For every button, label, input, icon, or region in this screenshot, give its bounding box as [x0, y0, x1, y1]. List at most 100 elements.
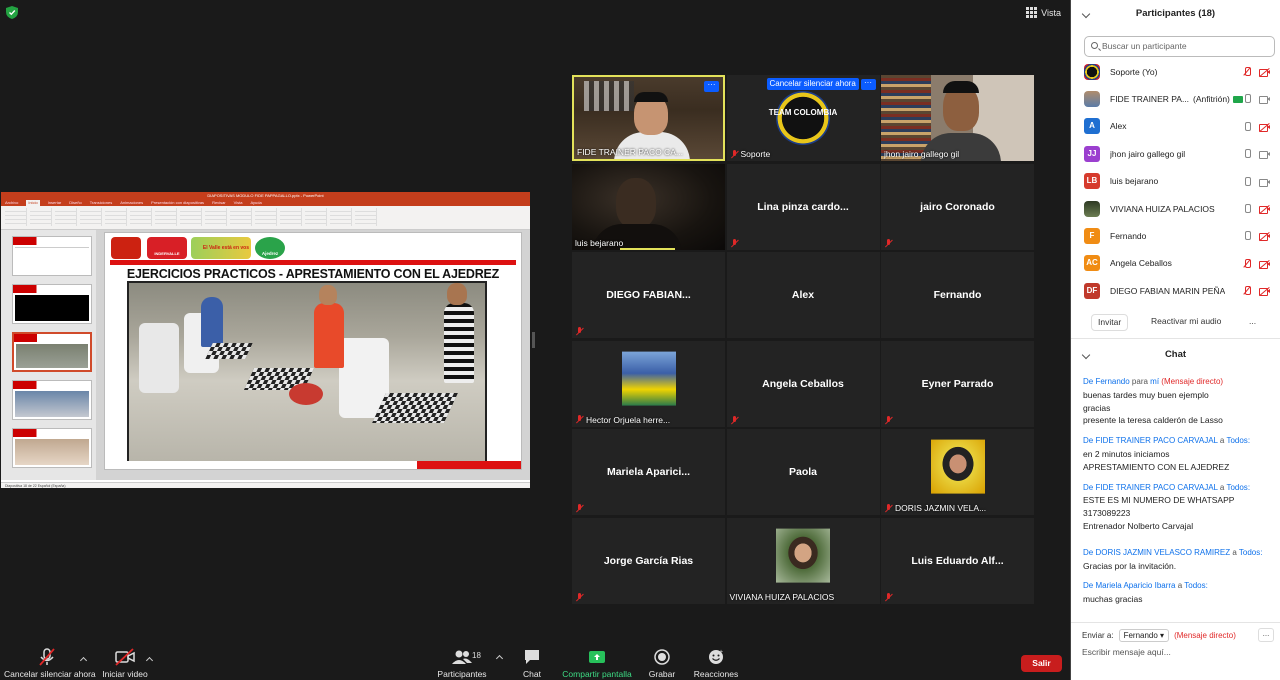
participant-row[interactable]: DF DIEGO FABIAN MARIN PEÑA: [1071, 277, 1280, 304]
participants-header[interactable]: Participantes (18): [1071, 0, 1280, 28]
mic-icon[interactable]: [1243, 121, 1251, 132]
chat-header[interactable]: Chat: [1071, 341, 1280, 369]
video-tile[interactable]: DIEGO FABIAN...: [572, 252, 725, 339]
invite-button[interactable]: Invitar: [1091, 314, 1129, 331]
meeting-main-area: Vista DIAPOSITIVAS MODULO FIDE PAPPAGALL…: [0, 0, 1071, 680]
video-tile[interactable]: ··· FIDE TRAINER PACO CA...: [572, 75, 725, 161]
video-tile[interactable]: Jorge García Rias: [572, 518, 725, 604]
chat-more-button[interactable]: ...: [1258, 628, 1274, 642]
participant-search-input[interactable]: Buscar un participante: [1084, 36, 1275, 57]
mic-muted-icon[interactable]: [1243, 67, 1251, 77]
camera-icon[interactable]: [1259, 150, 1270, 160]
chat-button[interactable]: Chat: [517, 648, 547, 679]
video-tile[interactable]: TEAM COLOMBIA Cancelar silenciar ahora ···…: [726, 75, 880, 161]
participant-row[interactable]: FIDE TRAINER PA... (Anfitrión): [1071, 85, 1280, 112]
participant-name: Alex: [1110, 121, 1127, 132]
participant-name-center: jairo Coronado: [920, 200, 995, 213]
video-tile[interactable]: VIVIANA HUIZA PALACIOS: [726, 518, 880, 604]
mic-icon[interactable]: [1243, 94, 1251, 104]
unmute-button[interactable]: Cancelar silenciar ahora: [4, 648, 96, 679]
sender-name[interactable]: Fernando: [1095, 377, 1129, 386]
tile-more-button[interactable]: ···: [860, 79, 876, 90]
camera-off-icon[interactable]: [1259, 122, 1270, 133]
participant-row[interactable]: VIVIANA HUIZA PALACIOS: [1071, 195, 1280, 222]
slide-footer-band: [105, 461, 521, 469]
grid-view-icon: [1026, 7, 1038, 18]
video-tile[interactable]: DORIS JAZMIN VELA...: [881, 429, 1034, 516]
meta-prefix: De: [1083, 436, 1096, 446]
start-video-button[interactable]: Iniciar video: [99, 648, 151, 679]
mic-icon[interactable]: [1243, 203, 1251, 214]
sender-name[interactable]: Mariela Aparicio Ibarra: [1095, 581, 1175, 590]
video-tile[interactable]: Fernando: [881, 252, 1034, 339]
reactions-button[interactable]: + Reacciones: [693, 648, 739, 679]
video-tile[interactable]: Lina pinza cardo...: [726, 163, 880, 250]
security-shield-icon[interactable]: [6, 6, 18, 19]
cancel-mute-button[interactable]: Cancelar silenciar ahora: [766, 78, 859, 90]
participant-row[interactable]: AC Angela Ceballos: [1071, 250, 1280, 277]
video-tile[interactable]: Luis Eduardo Alf...: [881, 518, 1034, 604]
recipient-name: mí: [1150, 377, 1160, 386]
recipient-select[interactable]: Fernando ▾: [1118, 629, 1170, 642]
video-tile[interactable]: Hector Orjuela herre...: [572, 340, 725, 427]
mic-icon[interactable]: [1243, 176, 1251, 187]
avatar: A: [1084, 118, 1100, 135]
participant-row[interactable]: Soporte (Yo): [1071, 58, 1280, 85]
message-type: :: [1205, 581, 1208, 591]
chat-bubble-icon: [523, 648, 541, 666]
share-screen-label: Compartir pantalla: [562, 669, 632, 679]
video-tile[interactable]: luis bejarano: [572, 163, 725, 250]
shared-screen[interactable]: DIAPOSITIVAS MODULO FIDE PAPPAGALLO.pptx…: [1, 192, 530, 488]
video-tile[interactable]: jhon jairo gallego gil: [881, 75, 1034, 161]
participant-row[interactable]: LB luis bejarano: [1071, 168, 1280, 195]
participant-name: VIVIANA HUIZA PALACIOS: [1110, 203, 1215, 214]
muted-mic-icon: [884, 415, 893, 425]
leave-button[interactable]: Salir: [1021, 655, 1062, 672]
participant-row[interactable]: A Alex: [1071, 113, 1280, 140]
video-tile[interactable]: Mariela Aparici...: [572, 429, 725, 516]
camera-off-icon[interactable]: [1259, 259, 1270, 270]
camera-icon[interactable]: [1259, 95, 1270, 105]
mic-muted-icon[interactable]: [1243, 286, 1251, 296]
camera-off-icon[interactable]: [1259, 204, 1270, 215]
unmute-me-button[interactable]: Reactivar mi audio: [1145, 314, 1228, 331]
mic-icon[interactable]: [1243, 231, 1251, 241]
mic-muted-icon[interactable]: [1243, 258, 1251, 269]
chat-message-input[interactable]: Escribir mensaje aquí...: [1082, 647, 1171, 657]
camera-icon[interactable]: [1259, 178, 1270, 187]
participant-row[interactable]: F Fernando: [1071, 222, 1280, 249]
chat-message: De DORIS JAZMIN VELASCO RAMIREZ a Todos:…: [1083, 547, 1273, 573]
chevron-down-icon[interactable]: [1081, 350, 1091, 360]
sender-name[interactable]: DORIS JAZMIN VELASCO RAMIREZ: [1095, 548, 1230, 557]
avatar: LB: [1084, 173, 1100, 190]
chat-label: Chat: [523, 669, 541, 679]
video-tile[interactable]: Eyner Parrado: [881, 340, 1034, 427]
participant-status-icons: [1243, 231, 1270, 242]
participants-more-button[interactable]: ...: [1243, 314, 1263, 331]
sender-name[interactable]: FIDE TRAINER PACO CARVAJAL: [1095, 436, 1217, 445]
participants-label: Participantes: [437, 669, 487, 679]
record-button[interactable]: Grabar: [647, 648, 677, 679]
participant-row[interactable]: JJ jhon jairo gallego gil: [1071, 140, 1280, 167]
video-tile[interactable]: Angela Ceballos: [726, 340, 880, 427]
camera-off-icon[interactable]: [1259, 232, 1270, 242]
tile-more-button[interactable]: ···: [704, 81, 719, 92]
avatar: AC: [1084, 255, 1100, 272]
camera-off-icon[interactable]: [1259, 67, 1270, 78]
video-tile[interactable]: Paola: [726, 429, 880, 516]
view-button[interactable]: Vista: [1026, 7, 1061, 18]
sender-name[interactable]: FIDE TRAINER PACO CARVAJAL: [1095, 483, 1217, 492]
tile-name: DORIS JAZMIN VELA...: [895, 503, 987, 514]
chevron-down-icon[interactable]: [1081, 9, 1091, 19]
participant-name-center: Paola: [788, 466, 817, 479]
mic-icon[interactable]: [1243, 149, 1251, 159]
camera-off-icon[interactable]: [1259, 287, 1270, 297]
video-tile[interactable]: Alex: [726, 252, 880, 339]
tile-name-label: [884, 593, 893, 602]
share-screen-button[interactable]: Compartir pantalla: [562, 648, 632, 679]
ppt-tab: Diseño: [69, 200, 82, 205]
recipient-name: Todos: [1184, 581, 1206, 591]
share-resize-handle[interactable]: [532, 332, 535, 348]
video-tile[interactable]: jairo Coronado: [881, 163, 1034, 250]
participants-caret-icon[interactable]: [495, 654, 504, 663]
